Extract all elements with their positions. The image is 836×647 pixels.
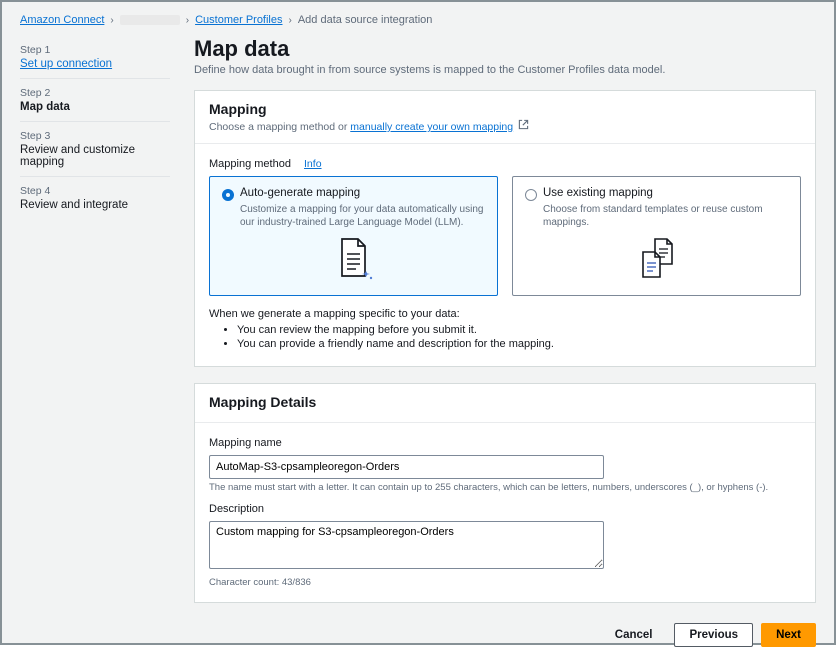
step-2: Step 2 Map data — [20, 79, 170, 122]
radio-auto[interactable] — [222, 189, 234, 201]
cancel-button[interactable]: Cancel — [601, 624, 667, 646]
breadcrumb: Amazon Connect › › Customer Profiles › A… — [20, 14, 816, 26]
page-title: Map data — [194, 36, 816, 62]
radio-existing[interactable] — [525, 189, 537, 201]
description-input[interactable] — [209, 521, 604, 569]
step-3: Step 3 Review and customize mapping — [20, 122, 170, 177]
mapping-details-panel: Mapping Details Mapping name The name mu… — [194, 383, 816, 603]
mapping-title: Mapping — [209, 101, 801, 117]
wizard-steps: Step 1 Set up connection Step 2 Map data… — [20, 36, 170, 627]
chevron-right-icon: › — [289, 15, 292, 26]
documents-stack-icon — [525, 237, 788, 281]
mapping-name-input[interactable] — [209, 455, 604, 479]
breadcrumb-customer-profiles[interactable]: Customer Profiles — [195, 14, 282, 26]
page-desc: Define how data brought in from source s… — [194, 64, 816, 76]
wizard-footer: Cancel Previous Next — [194, 619, 816, 647]
breadcrumb-root[interactable]: Amazon Connect — [20, 14, 104, 26]
chevron-right-icon: › — [110, 15, 113, 26]
mapping-name-hint: The name must start with a letter. It ca… — [209, 482, 801, 493]
generate-bullets: You can review the mapping before you su… — [237, 324, 801, 350]
breadcrumb-redacted — [120, 15, 180, 25]
previous-button[interactable]: Previous — [674, 623, 753, 647]
step-1[interactable]: Step 1 Set up connection — [20, 36, 170, 79]
breadcrumb-current: Add data source integration — [298, 14, 433, 26]
manual-mapping-link[interactable]: manually create your own mapping — [350, 121, 513, 133]
mapping-panel: Mapping Choose a mapping method or manua… — [194, 90, 816, 367]
mapping-name-label: Mapping name — [209, 437, 801, 449]
mapping-method-label: Mapping method Info — [209, 158, 801, 170]
external-link-icon — [518, 121, 529, 133]
mapping-details-title: Mapping Details — [209, 394, 801, 410]
document-sparkle-icon — [222, 237, 485, 281]
next-button[interactable]: Next — [761, 623, 816, 647]
step-4: Step 4 Review and integrate — [20, 177, 170, 219]
info-link[interactable]: Info — [304, 158, 322, 170]
chevron-right-icon: › — [186, 15, 189, 26]
mapping-subtitle: Choose a mapping method or manually crea… — [209, 119, 801, 133]
generate-note: When we generate a mapping specific to y… — [209, 308, 801, 320]
tile-auto-generate[interactable]: Auto-generate mapping Customize a mappin… — [209, 176, 498, 296]
char-count: Character count: 43/836 — [209, 577, 801, 588]
description-label: Description — [209, 503, 801, 515]
tile-use-existing[interactable]: Use existing mapping Choose from standar… — [512, 176, 801, 296]
